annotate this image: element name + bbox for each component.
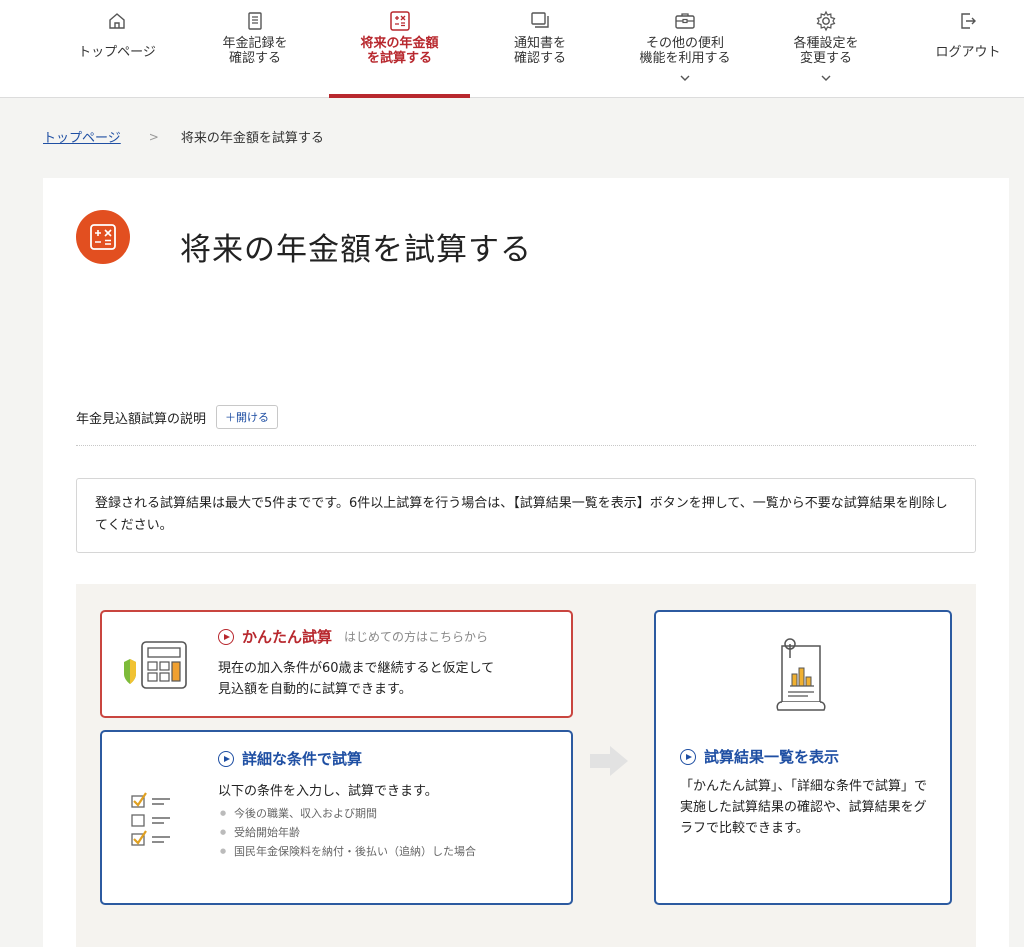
- nav-item-settings[interactable]: 各種設定を 変更する: [763, 0, 889, 98]
- play-circle-icon: [218, 628, 234, 645]
- results-list-title: 試算結果一覧を表示: [680, 746, 839, 767]
- expand-button-label: ＋開ける: [225, 411, 270, 424]
- nav-item-label: 各種設定を 変更する: [793, 36, 859, 66]
- nav-item-logout[interactable]: ログアウト: [912, 0, 1024, 98]
- nav-item-notices[interactable]: 通知書を 確認する: [477, 0, 603, 98]
- breadcrumb-current: 将来の年金額を試算する: [180, 131, 324, 146]
- nav-item-label: 年金記録を 確認する: [222, 36, 288, 66]
- list-item: 受給開始年齢: [218, 823, 558, 842]
- nav-item-label: ログアウト: [935, 45, 1001, 60]
- home-icon: [107, 10, 127, 32]
- detailed-estimate-card[interactable]: 詳細な条件で試算 以下の条件を入力し、試算できます。 今後の職業、収入および期間…: [100, 730, 573, 905]
- simple-estimate-card[interactable]: かんたん試算 はじめての方はこちらから 現在の加入条件が60歳まで継続すると仮定…: [100, 610, 573, 718]
- results-list-card[interactable]: 試算結果一覧を表示 「かんたん試算」、「詳細な条件で試算」で実施した試算結果の確…: [654, 610, 952, 905]
- detailed-conditions-list: 今後の職業、収入および期間 受給開始年齢 国民年金保険料を納付・後払い（追納）し…: [218, 804, 558, 861]
- simple-estimate-desc-line: 現在の加入条件が60歳まで継続すると仮定して: [218, 661, 495, 676]
- explanation-row: 年金見込額試算の説明 ＋開ける: [76, 405, 279, 429]
- breadcrumb: トップページ > 将来の年金額を試算する: [43, 127, 324, 147]
- simple-estimate-title-text: かんたん試算: [242, 628, 333, 646]
- options-area: かんたん試算 はじめての方はこちらから 現在の加入条件が60歳まで継続すると仮定…: [76, 584, 976, 947]
- arrow-right-icon: [588, 744, 632, 782]
- simple-estimate-description: 現在の加入条件が60歳まで継続すると仮定して 見込額を自動的に試算できます。: [218, 658, 494, 700]
- calculator-icon: [76, 210, 130, 264]
- simple-estimate-title: かんたん試算 はじめての方はこちらから: [218, 626, 488, 647]
- nav-item-label: 通知書を 確認する: [513, 36, 566, 66]
- calculator-illustration-icon: [118, 634, 198, 698]
- play-circle-icon: [680, 748, 696, 765]
- simple-estimate-desc-line: 見込額を自動的に試算できます。: [218, 682, 412, 697]
- top-navigation: トップページ 年金記録を 確認する 将来の年金額 を試算する 通知書を 確認する…: [0, 0, 1024, 98]
- results-list-title-text: 試算結果一覧を表示: [704, 748, 840, 766]
- simple-estimate-subtitle: はじめての方はこちらから: [344, 630, 489, 644]
- record-book-icon: [245, 10, 265, 32]
- report-chart-icon: [768, 636, 838, 720]
- chevron-down-icon: [820, 67, 832, 81]
- logout-icon: [958, 10, 978, 32]
- nav-item-label: 将来の年金額 を試算する: [360, 36, 439, 66]
- gear-icon: [815, 10, 837, 32]
- documents-icon: [529, 10, 551, 32]
- detailed-estimate-title-text: 詳細な条件で試算: [242, 750, 363, 768]
- nav-item-pension-records[interactable]: 年金記録を 確認する: [192, 0, 318, 98]
- toolbox-icon: [674, 10, 696, 32]
- list-item: 国民年金保険料を納付・後払い（追納）した場合: [218, 842, 558, 861]
- explanation-label: 年金見込額試算の説明: [76, 411, 207, 427]
- detailed-estimate-title: 詳細な条件で試算: [218, 748, 362, 769]
- nav-item-estimate-pension[interactable]: 将来の年金額 を試算する: [329, 0, 470, 98]
- breadcrumb-home-link[interactable]: トップページ: [43, 127, 121, 146]
- main-panel: 将来の年金額を試算する 年金見込額試算の説明 ＋開ける 登録される試算結果は最大…: [43, 178, 1009, 947]
- detailed-estimate-description: 以下の条件を入力し、試算できます。: [218, 784, 438, 799]
- list-item: 今後の職業、収入および期間: [218, 804, 558, 823]
- checklist-icon: [130, 790, 190, 856]
- breadcrumb-separator: >: [148, 129, 159, 144]
- results-list-description: 「かんたん試算」、「詳細な条件で試算」で実施した試算結果の確認や、試算結果をグラ…: [680, 779, 928, 836]
- expand-explanation-button[interactable]: ＋開ける: [216, 405, 279, 429]
- nav-item-other-features[interactable]: その他の便利 機能を利用する: [612, 0, 758, 98]
- play-circle-icon: [218, 750, 234, 767]
- nav-item-label: トップページ: [78, 45, 156, 60]
- divider: [76, 445, 976, 446]
- nav-item-label: その他の便利 機能を利用する: [639, 36, 731, 66]
- page-title: 将来の年金額を試算する: [180, 232, 532, 268]
- notice-box: 登録される試算結果は最大で5件までです。6件以上試算を行う場合は、【試算結果一覧…: [76, 478, 976, 553]
- nav-item-top-page[interactable]: トップページ: [54, 0, 180, 98]
- calculator-icon: [389, 10, 411, 32]
- chevron-down-icon: [679, 67, 691, 81]
